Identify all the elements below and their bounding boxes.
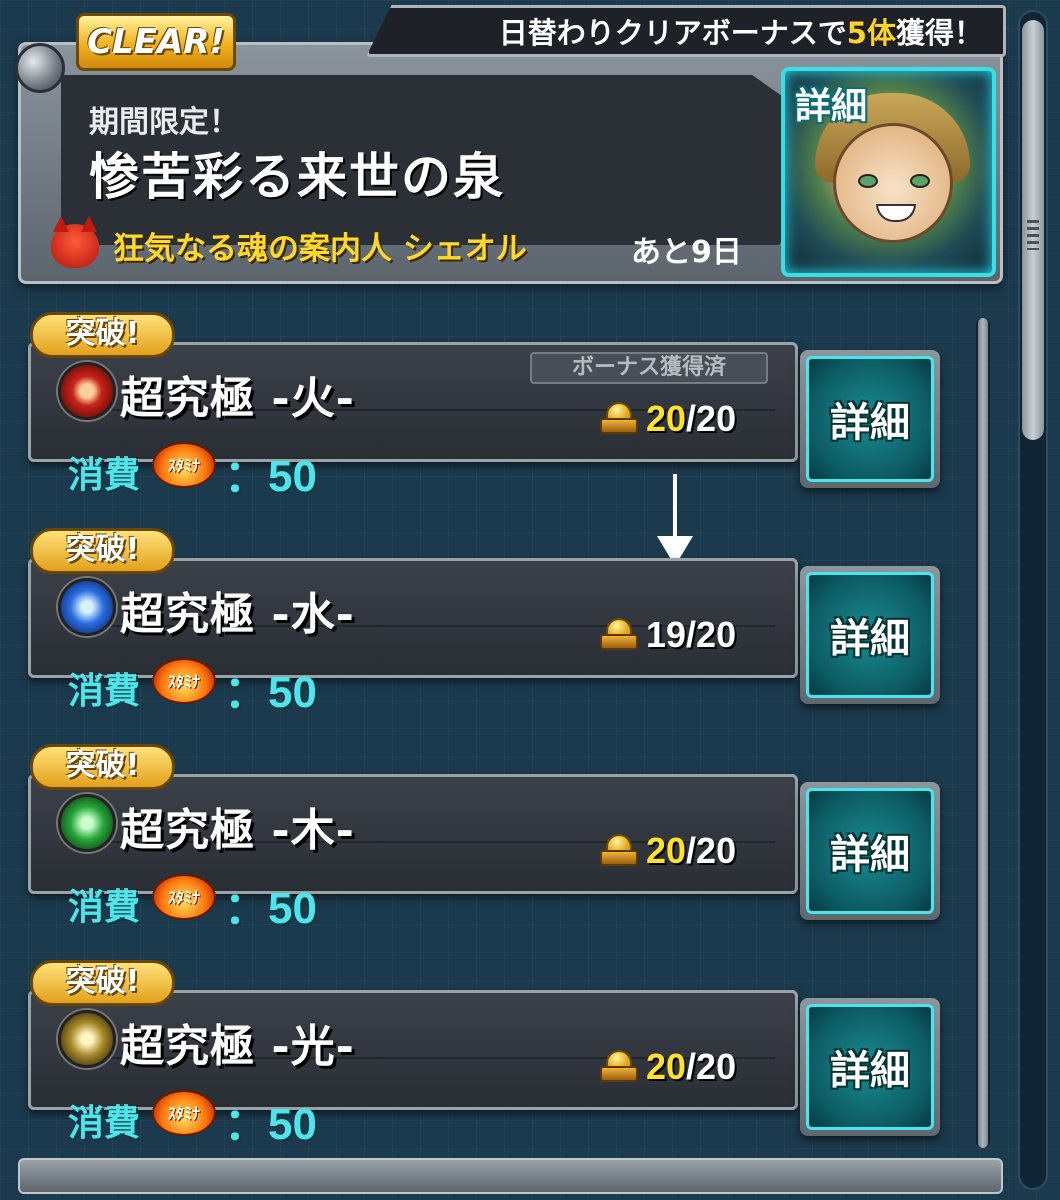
quest-row[interactable]: 突破! 超究極 -火- ボーナス獲得済 20/20 消費 ｽﾀﾐﾅ ：50 詳細 [28, 312, 943, 501]
notice-highlight: 5体 [846, 16, 896, 50]
character-portrait-button[interactable]: 詳細 [781, 67, 996, 277]
cost-label: 消費 [68, 671, 141, 712]
count-got: 20 [646, 1046, 687, 1087]
clear-badge: CLEAR! [76, 13, 236, 71]
demon-icon [51, 215, 99, 268]
detail-button[interactable]: 詳細 [800, 998, 940, 1136]
fire-element-icon [58, 362, 116, 420]
stamina-icon: ｽﾀﾐﾅ [152, 442, 216, 488]
count-total: /20 [686, 1046, 737, 1087]
pin-icon [15, 43, 65, 93]
portrait-face [833, 123, 953, 243]
guide-row: 狂気なる魂の案内人 シェオル [51, 215, 527, 268]
quest-name: 超究極 -木- [120, 805, 355, 856]
stamina-icon: ｽﾀﾐﾅ [152, 874, 216, 920]
grip-icon [1027, 220, 1039, 250]
eye-icon [858, 174, 878, 188]
event-title: 惨苦彩る来世の泉 [89, 147, 505, 206]
detail-button[interactable]: 詳細 [800, 782, 940, 920]
clear-count: 20/20 [646, 830, 736, 872]
limited-label: 期間限定！ [89, 105, 239, 140]
cost-value: ：50 [224, 1100, 317, 1149]
quest-row[interactable]: 突破! 超究極 -水- 19/20 消費 ｽﾀﾐﾅ ：50 詳細 [28, 528, 943, 717]
remaining-days: あと9日 [631, 235, 742, 270]
water-element-icon [58, 578, 116, 636]
breakthrough-badge: 突破! [30, 960, 175, 1006]
page-scrollbar[interactable] [1018, 10, 1048, 1190]
smile-icon [876, 204, 916, 222]
detail-button-label: 詳細 [806, 572, 934, 698]
eye-icon [910, 174, 930, 188]
breakthrough-badge: 突破! [30, 528, 175, 574]
cost-value: ：50 [224, 668, 317, 717]
notice-prefix: 日替わりクリアボーナスで [498, 16, 847, 50]
count-total: /20 [686, 614, 737, 655]
count-got: 20 [646, 398, 687, 439]
treasure-chest-icon [600, 618, 638, 650]
quest-name: 超究極 -火- [120, 373, 355, 424]
portrait-detail-label: 詳細 [795, 86, 868, 127]
cost-value: ：50 [224, 452, 317, 501]
detail-button-label: 詳細 [806, 356, 934, 482]
list-scrollbar[interactable] [976, 318, 990, 1148]
light-element-icon [58, 1010, 116, 1068]
count-total: /20 [686, 398, 737, 439]
page-scroll-thumb[interactable] [1022, 20, 1044, 440]
detail-button[interactable]: 詳細 [800, 566, 940, 704]
detail-button[interactable]: 詳細 [800, 350, 940, 488]
stamina-icon: ｽﾀﾐﾅ [152, 658, 216, 704]
quest-row[interactable]: 突破! 超究極 -木- 20/20 消費 ｽﾀﾐﾅ ：50 詳細 [28, 744, 943, 933]
clear-count: 20/20 [646, 398, 736, 440]
list-scroll-thumb[interactable] [978, 318, 988, 1148]
cost-label: 消費 [68, 1103, 141, 1144]
clear-count: 20/20 [646, 1046, 736, 1088]
guide-name: 狂気なる魂の案内人 シェオル [113, 231, 527, 267]
cost-label: 消費 [68, 455, 141, 496]
stamina-icon: ｽﾀﾐﾅ [152, 1090, 216, 1136]
notice-suffix: 獲得！ [895, 16, 983, 50]
detail-button-label: 詳細 [806, 1004, 934, 1130]
event-banner[interactable]: CLEAR! 日替わりクリアボーナスで 5体 獲得！ 期間限定！ 惨苦彩る来世の泉 … [15, 5, 1006, 284]
quest-row[interactable]: 突破! 超究極 -光- 20/20 消費 ｽﾀﾐﾅ ：50 詳細 [28, 960, 943, 1149]
bottom-panel-edge [18, 1158, 1003, 1194]
breakthrough-badge: 突破! [30, 312, 175, 358]
detail-button-label: 詳細 [806, 788, 934, 914]
count-got: 20 [646, 830, 687, 871]
count-got: 19 [646, 614, 687, 655]
count-total: /20 [686, 830, 737, 871]
wood-element-icon [58, 794, 116, 852]
bonus-notice: 日替わりクリアボーナスで 5体 獲得！ [366, 5, 1006, 57]
treasure-chest-icon [600, 1050, 638, 1082]
quest-name: 超究極 -光- [120, 1021, 355, 1072]
treasure-chest-icon [600, 402, 638, 434]
clear-count: 19/20 [646, 614, 736, 656]
bonus-acquired-tag: ボーナス獲得済 [530, 352, 768, 384]
quest-name: 超究極 -水- [120, 589, 355, 640]
treasure-chest-icon [600, 834, 638, 866]
cost-value: ：50 [224, 884, 317, 933]
breakthrough-badge: 突破! [30, 744, 175, 790]
cost-label: 消費 [68, 887, 141, 928]
